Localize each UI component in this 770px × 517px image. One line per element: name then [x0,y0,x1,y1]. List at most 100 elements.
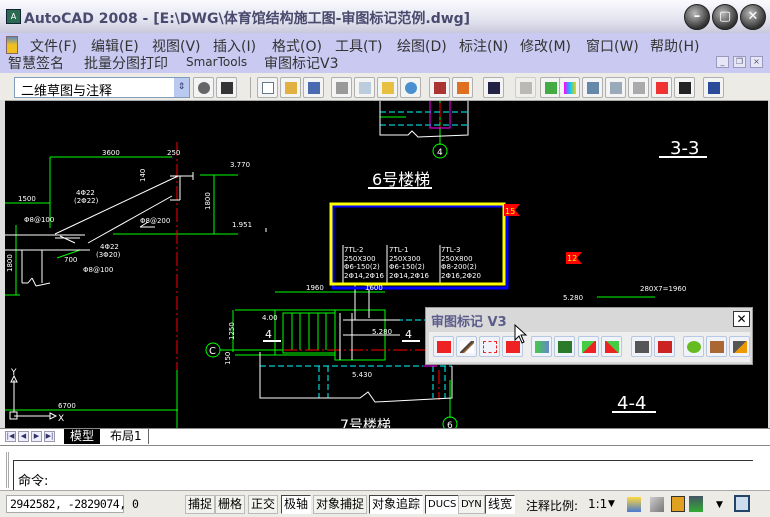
menu-draw[interactable]: 绘图(D) [397,36,447,56]
review-mark-palette[interactable]: 审图标记 V3 ✕ [425,307,753,365]
save-button[interactable] [303,77,324,98]
menu-help[interactable]: 帮助(H) [650,36,699,56]
autocad-red-button[interactable] [654,336,675,357]
calculator-button[interactable] [674,77,695,98]
scale-dropdown-arrow-icon[interactable]: ▼ [608,499,615,509]
tab-prev-button[interactable]: ◀ [18,431,29,442]
palette-title[interactable]: 审图标记 V3 [431,311,507,330]
redo-button[interactable] [515,77,536,98]
mdi-close-button[interactable]: × [750,56,763,68]
polar-toggle[interactable]: 极轴 [281,495,312,514]
sheet-set-button[interactable] [628,77,649,98]
level-text: 5.280 [563,294,583,302]
level-text: 5.280 [372,328,392,336]
add-mark-button[interactable] [433,336,454,357]
annotation-visibility-icon[interactable] [627,497,641,512]
level-text: 1.951 [232,221,252,229]
ducs-toggle[interactable]: DUCS [425,495,460,514]
ortho-toggle[interactable]: 正交 [248,495,279,514]
publish-web-button[interactable] [400,77,421,98]
ucs-y-label: Y [10,368,17,378]
tab-next-button[interactable]: ▶ [31,431,42,442]
tab-first-button[interactable]: |◀ [5,431,16,442]
import-mark-2-button[interactable] [601,336,622,357]
ie-button[interactable] [683,336,704,357]
plot-button[interactable] [331,77,352,98]
workspace-settings-button[interactable] [193,77,214,98]
markup-icon [656,82,668,94]
plot-preview-button[interactable] [354,77,375,98]
design-center-button[interactable] [582,77,603,98]
beam-text: 7TL-2 [344,246,364,254]
menu-modify[interactable]: 修改(M) [520,36,571,56]
help-button[interactable] [703,77,724,98]
toolbar-lock-icon[interactable] [671,496,685,512]
otrack-toggle[interactable]: 对象追踪 [369,495,424,514]
delete-mark-button[interactable] [479,336,500,357]
level-text: 5.430 [352,371,372,379]
grid-toggle[interactable]: 栅格 [215,495,246,514]
my-workspace-button[interactable] [216,77,237,98]
annotation-scale-value[interactable]: 1:1 [588,497,607,511]
menu-review-mark[interactable]: 审图标记V3 [264,53,338,73]
import-icon [582,341,596,353]
menu-smart-sign[interactable]: 智慧签名 [8,53,64,73]
beam-text: 7TL-3 [441,246,461,254]
menu-smartools[interactable]: SmarTools [186,55,247,69]
osnap-toggle[interactable]: 对象捕捉 [313,495,368,514]
pen-mark-button[interactable] [456,336,477,357]
drawing-canvas[interactable]: 15 12 7TL-2 250X300 Φ6-150(2) 2Φ14,2Φ16 7TL… [5,101,768,428]
tab-model[interactable]: 模型 [64,429,101,444]
new-button[interactable] [257,77,278,98]
undo-button[interactable] [483,77,504,98]
workspace-select[interactable]: 二维草图与注释 ⇕ [14,77,190,99]
status-menu-arrow-icon[interactable]: ▼ [716,500,723,510]
mdi-restore-button[interactable]: ❐ [733,56,746,68]
match-properties-button[interactable] [452,77,473,98]
autocad-a-button[interactable] [631,336,652,357]
mdi-minimize-button[interactable]: _ [716,56,729,68]
cut-button[interactable] [429,77,450,98]
menu-insert[interactable]: 插入(I) [213,36,256,56]
snap-toggle[interactable]: 捕捉 [185,495,216,514]
clean-screen-icon[interactable] [734,495,750,512]
lineweight-toggle[interactable]: 线宽 [485,495,516,514]
stair-6-title: 6号楼梯 [372,170,430,189]
rebar-text: Φ8@200 [140,217,170,225]
coordinates-readout[interactable]: 2942582, -2829074, 0 [6,495,139,513]
rebar-text: 4Φ22 [76,189,95,197]
tools-button[interactable] [729,336,750,357]
tab-layout1[interactable]: 布局1 [106,429,149,444]
open-button[interactable] [280,77,301,98]
document-icon[interactable] [6,36,18,54]
restore-button[interactable]: ▢ [712,4,738,30]
markup-button[interactable] [651,77,672,98]
import-mark-button[interactable] [578,336,599,357]
dropdown-arrow-icon[interactable]: ⇕ [174,78,189,97]
tab-last-button[interactable]: ▶| [44,431,55,442]
auto-scale-icon[interactable] [650,497,664,512]
communication-center-icon[interactable] [689,496,703,512]
house-icon [221,82,233,94]
menu-tools[interactable]: 工具(T) [335,36,382,56]
properties-button[interactable] [559,77,580,98]
autocad-app-icon[interactable]: A [6,9,21,24]
axis-6-label: 6 [447,421,453,428]
minimize-button[interactable]: – [684,4,710,30]
close-button[interactable]: ✕ [740,4,766,30]
cad-drawing[interactable]: 15 12 7TL-2250X300Φ6-150(2)2Φ14,2Φ16 7TL… [5,101,768,428]
export-button[interactable] [531,336,552,357]
excel-button[interactable] [554,336,575,357]
palette-close-button[interactable]: ✕ [733,311,750,327]
pan-button[interactable] [540,77,561,98]
command-grip[interactable] [6,452,9,488]
beam-text: Φ6-150(2) [389,263,425,271]
menu-window[interactable]: 窗口(W) [586,36,639,56]
menu-dimension[interactable]: 标注(N) [459,36,508,56]
tool-palettes-button[interactable] [605,77,626,98]
command-prompt[interactable]: 命令: [18,470,48,489]
menu-batch-plot[interactable]: 批量分图打印 [84,53,168,73]
dyn-toggle[interactable]: DYN [458,495,485,514]
publish-button[interactable] [377,77,398,98]
help-book-button[interactable] [706,336,727,357]
